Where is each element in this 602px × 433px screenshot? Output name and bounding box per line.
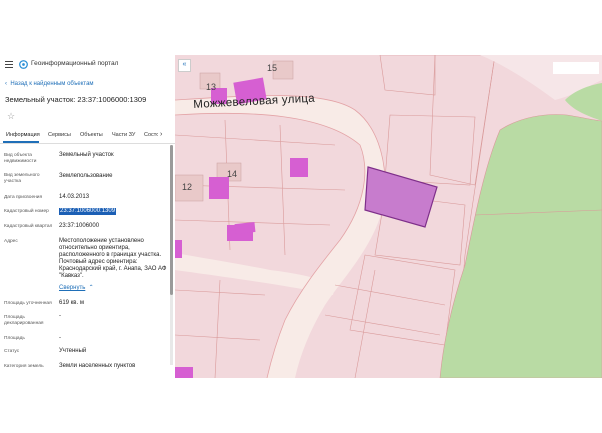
field-value: Землепользование (59, 173, 113, 179)
menu-icon[interactable] (5, 61, 13, 68)
back-link[interactable]: ‹ Назад к найденным объектам (5, 81, 94, 87)
collapse-panel-icon[interactable]: « (178, 59, 191, 72)
plot-number: 13 (206, 82, 217, 92)
field-label: Вид объекта недвижимости (4, 153, 37, 164)
field-label: Площадь (4, 336, 25, 341)
field-label: Вид земельного участка (4, 173, 40, 184)
chevron-up-icon: ⌃ (87, 285, 94, 291)
tab-services[interactable]: Сервисы (48, 132, 71, 138)
field-label: Площадь уточненная (4, 301, 52, 306)
tab-state[interactable]: Состо (144, 132, 158, 138)
collapse-link-label: Свернуть (59, 285, 86, 291)
field-value: 23:37:1006000 (59, 223, 100, 229)
top-bar: Геоинформационный портал (0, 55, 175, 75)
field-value: Земли населенных пунктов (59, 363, 136, 369)
tab-info[interactable]: Информация (6, 132, 40, 138)
tab-objects[interactable]: Объекты (80, 132, 103, 138)
info-panel: Геоинформационный портал ‹ Назад к найде… (0, 55, 176, 378)
tab-bar: Информация Сервисы Объекты Части ЗУ Сост… (0, 129, 175, 144)
field-value: Учтенный (59, 348, 87, 354)
field-label: Дата присвоения (4, 195, 43, 200)
field-label: Статус (4, 349, 20, 354)
portal-logo-icon (19, 60, 28, 69)
back-link-label: Назад к найденным объектам (10, 81, 94, 87)
field-value: - (59, 313, 61, 319)
field-label: Кадастровый номер (4, 209, 49, 214)
app-window: Геоинформационный портал ‹ Назад к найде… (0, 55, 602, 378)
field-label: Кадастровый квартал (4, 224, 53, 229)
back-arrow-icon: ‹ (5, 81, 7, 87)
plot-number: 14 (227, 169, 238, 179)
plot-number: 15 (267, 63, 278, 73)
tab-parts[interactable]: Части ЗУ (112, 132, 135, 138)
field-label: Площадь декларированная (4, 315, 44, 326)
active-tab-indicator (3, 141, 39, 143)
cadastral-map[interactable]: « Можжевеловая улица 13 15 12 14 (175, 55, 602, 378)
scrollbar-thumb[interactable] (170, 145, 173, 295)
collapse-address-link[interactable]: Свернуть ⌃ (59, 285, 167, 292)
cadastral-number-value[interactable]: 23:37:1006000:1309 (59, 208, 117, 215)
panel-scrollbar[interactable] (170, 145, 173, 365)
object-title: Земельный участок: 23:37:1006000:1309 (5, 95, 147, 104)
plot-number: 12 (182, 182, 193, 192)
map-overlay-box (553, 62, 599, 74)
address-value: Местоположение установлено относительно … (59, 238, 167, 279)
field-value: - (59, 335, 61, 341)
field-value: 14.03.2013 (59, 194, 90, 200)
field-label: Адрес (4, 239, 18, 244)
tabs-next-icon[interactable]: › (160, 131, 162, 138)
app-title: Геоинформационный портал (31, 60, 119, 67)
field-value: 619 кв. м (59, 300, 84, 306)
star-icon[interactable]: ☆ (7, 111, 15, 122)
field-value: Земельный участок (59, 152, 114, 158)
field-label: Категория земель (4, 364, 44, 369)
